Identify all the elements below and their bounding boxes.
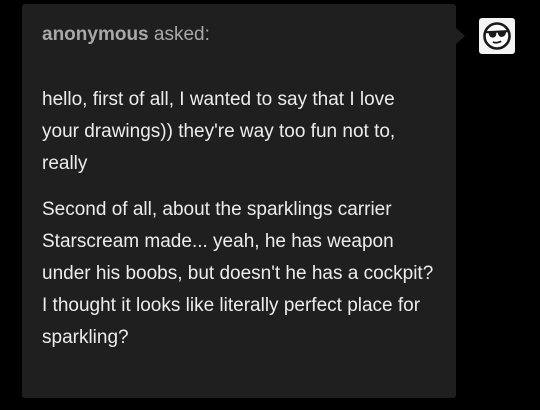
anonymous-avatar[interactable] bbox=[479, 18, 515, 54]
ask-card: anonymous asked: hello, first of all, I … bbox=[22, 4, 456, 398]
ask-paragraph-1: hello, first of all, I wanted to say tha… bbox=[42, 89, 396, 174]
asker-name[interactable]: anonymous bbox=[42, 24, 149, 45]
ask-paragraph-2: Second of all, about the sparklings carr… bbox=[42, 199, 434, 348]
asked-label: asked: bbox=[153, 24, 210, 45]
ask-header: anonymous asked: bbox=[42, 24, 436, 46]
anonymous-sunglasses-icon bbox=[483, 22, 511, 50]
ask-bubble-pointer bbox=[456, 28, 465, 44]
